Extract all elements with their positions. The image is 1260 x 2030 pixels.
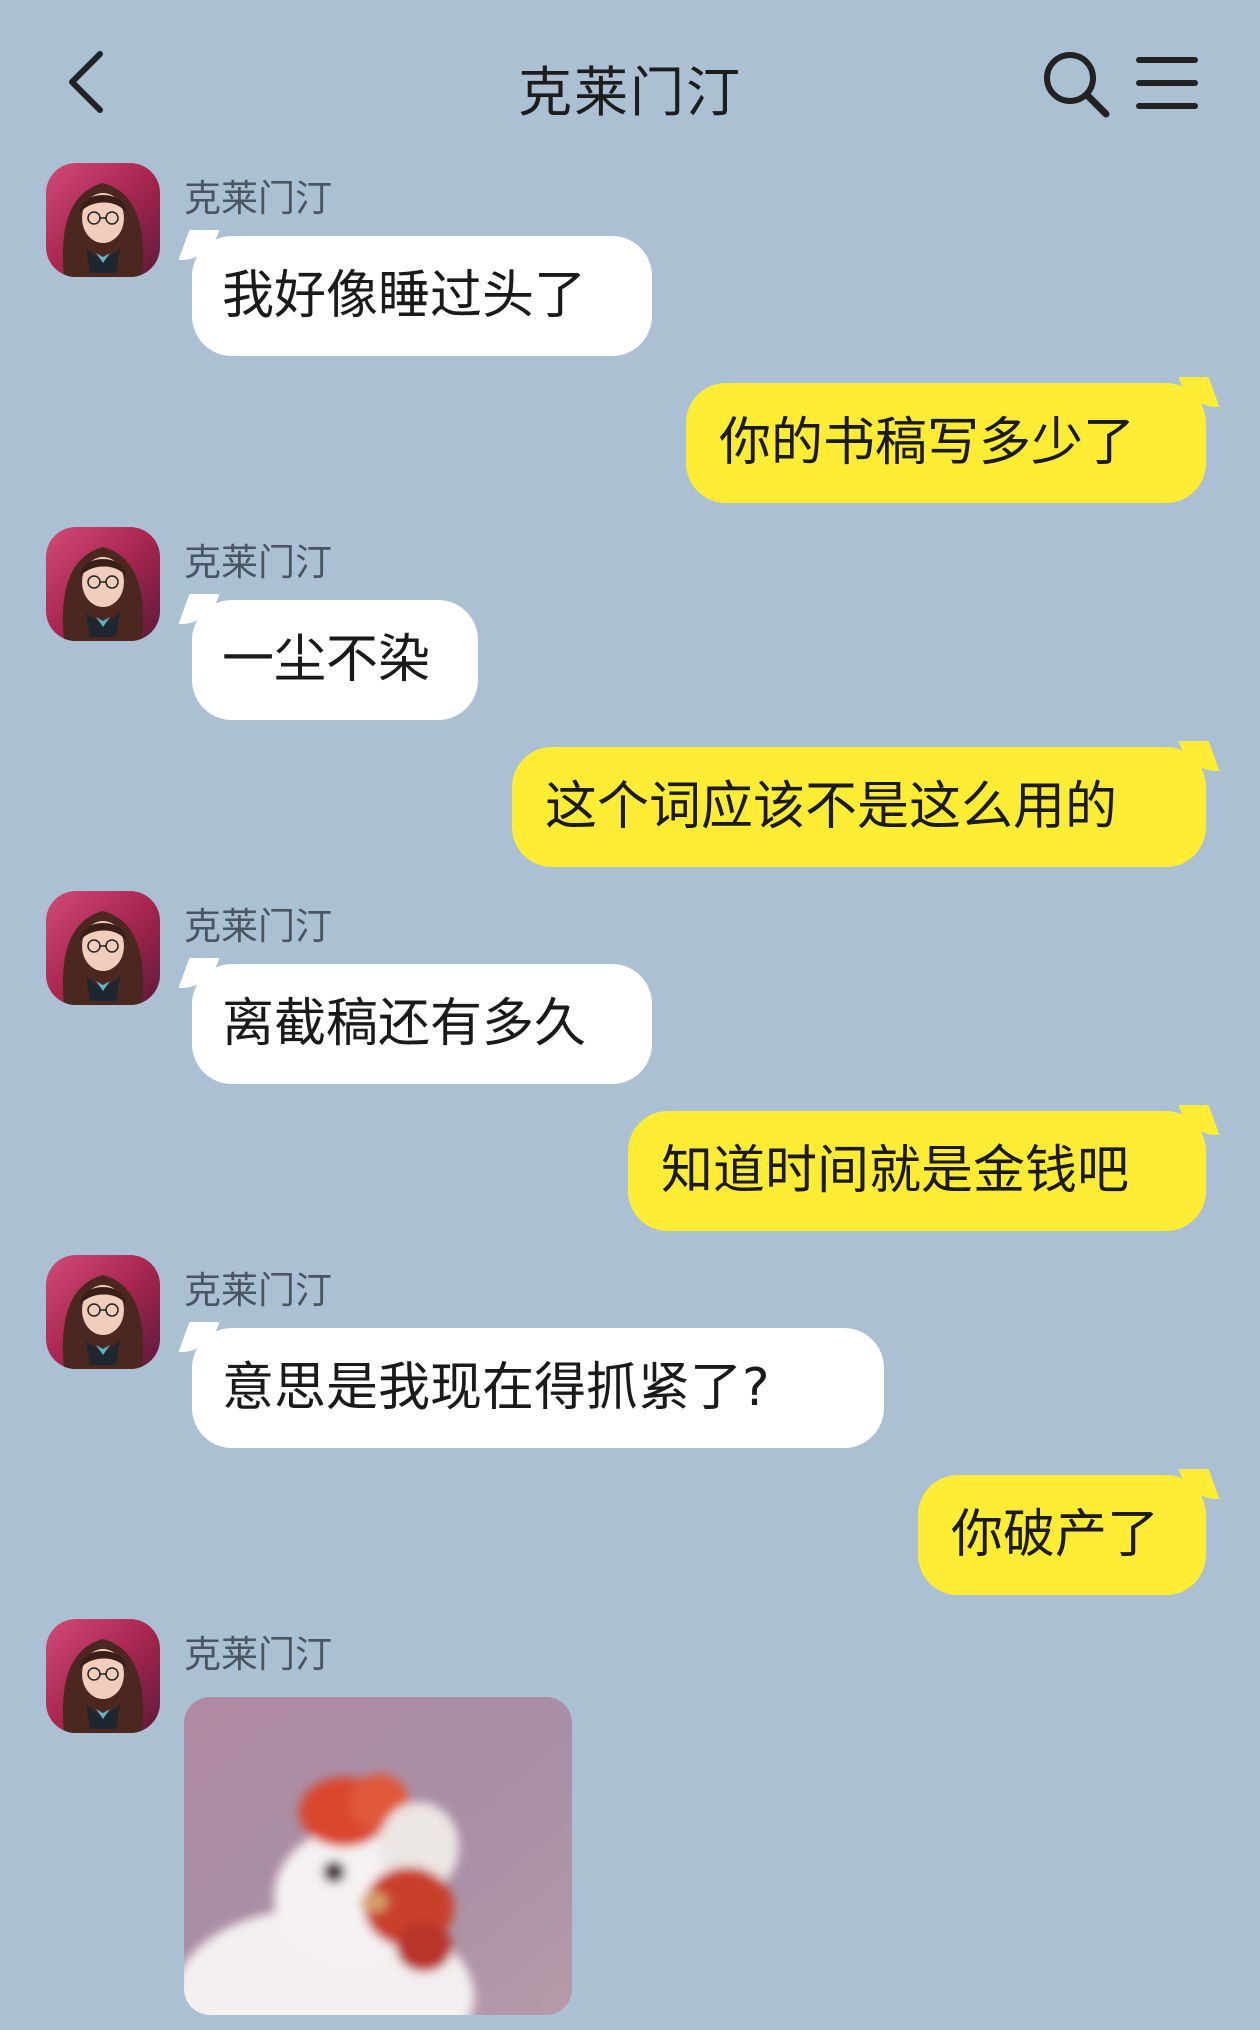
outgoing-message-bubble[interactable]: 知道时间就是金钱吧 [628, 1111, 1206, 1231]
avatar-image [46, 1619, 160, 1733]
search-icon [1044, 52, 1110, 118]
menu-button[interactable] [1134, 50, 1200, 116]
image-message[interactable] [184, 1697, 572, 2015]
outgoing-message-bubble[interactable]: 你的书稿写多少了 [686, 383, 1206, 503]
contact-avatar[interactable] [46, 527, 160, 641]
chat-header: 克莱门汀 [0, 0, 1260, 165]
sender-name: 克莱门汀 [184, 905, 332, 948]
contact-avatar[interactable] [46, 1255, 160, 1369]
outgoing-message-bubble[interactable]: 这个词应该不是这么用的 [512, 747, 1206, 867]
incoming-message-bubble[interactable]: 一尘不染 [192, 600, 478, 720]
avatar-image [46, 891, 160, 1005]
incoming-message-bubble[interactable]: 离截稿还有多久 [192, 964, 652, 1084]
chicken-meme-image [184, 1697, 572, 2015]
menu-icon [1136, 57, 1198, 109]
avatar-image [46, 163, 160, 277]
avatar-image [46, 527, 160, 641]
sender-name: 克莱门汀 [184, 541, 332, 584]
search-button[interactable] [1040, 48, 1112, 120]
incoming-message-bubble[interactable]: 意思是我现在得抓紧了? [192, 1328, 884, 1448]
sender-name: 克莱门汀 [184, 1269, 332, 1312]
contact-avatar[interactable] [46, 1619, 160, 1733]
sender-name: 克莱门汀 [184, 1633, 332, 1676]
sender-name: 克莱门汀 [184, 177, 332, 220]
outgoing-message-bubble[interactable]: 你破产了 [918, 1475, 1206, 1595]
contact-avatar[interactable] [46, 163, 160, 277]
contact-avatar[interactable] [46, 891, 160, 1005]
avatar-image [46, 1255, 160, 1369]
incoming-message-bubble[interactable]: 我好像睡过头了 [192, 236, 652, 356]
